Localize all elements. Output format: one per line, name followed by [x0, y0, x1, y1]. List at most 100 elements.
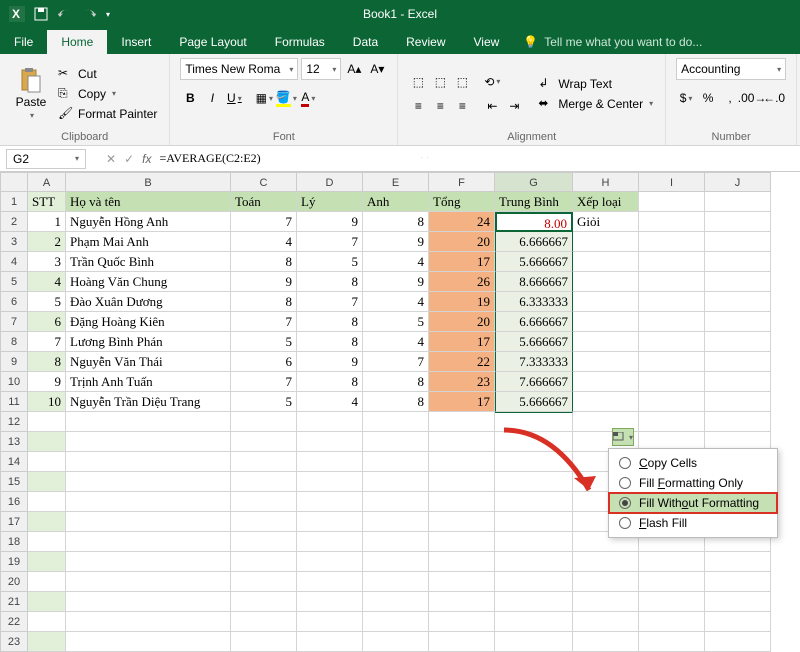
tab-formulas[interactable]: Formulas: [261, 30, 339, 54]
cell[interactable]: 6.333333: [495, 292, 573, 312]
tab-page-layout[interactable]: Page Layout: [165, 30, 260, 54]
align-left-button[interactable]: ≡: [408, 96, 428, 116]
cell[interactable]: 8: [231, 292, 297, 312]
row-header[interactable]: 15: [0, 472, 28, 492]
cell[interactable]: 23: [429, 372, 495, 392]
cell[interactable]: [573, 232, 639, 252]
column-header[interactable]: B: [66, 172, 231, 192]
cell[interactable]: 7: [297, 232, 363, 252]
fx-icon[interactable]: fx: [142, 152, 151, 166]
cell[interactable]: [297, 552, 363, 572]
cell[interactable]: [231, 532, 297, 552]
cell[interactable]: Hoàng Văn Chung: [66, 272, 231, 292]
cell[interactable]: [573, 312, 639, 332]
cell[interactable]: [495, 512, 573, 532]
cell[interactable]: [231, 592, 297, 612]
undo-icon[interactable]: [56, 5, 74, 23]
cell[interactable]: [66, 532, 231, 552]
cell[interactable]: Xếp loại: [573, 192, 639, 212]
copy-button[interactable]: ⎘Copy▾: [56, 85, 159, 103]
cell[interactable]: 8.00: [495, 212, 573, 232]
cell[interactable]: 17: [429, 252, 495, 272]
cell[interactable]: [573, 612, 639, 632]
cell[interactable]: [705, 192, 771, 212]
cell[interactable]: [705, 632, 771, 652]
row-header[interactable]: 22: [0, 612, 28, 632]
cell[interactable]: 4: [28, 272, 66, 292]
cell[interactable]: [297, 612, 363, 632]
cell[interactable]: [363, 552, 429, 572]
cell[interactable]: Giỏi: [573, 212, 639, 232]
cell[interactable]: [363, 412, 429, 432]
cell[interactable]: [297, 452, 363, 472]
cell[interactable]: [705, 332, 771, 352]
row-header[interactable]: 18: [0, 532, 28, 552]
cell[interactable]: 8: [363, 392, 429, 412]
cell[interactable]: 8: [297, 312, 363, 332]
enter-icon[interactable]: ✓: [124, 152, 134, 166]
row-header[interactable]: 5: [0, 272, 28, 292]
cell[interactable]: [705, 592, 771, 612]
cell[interactable]: 4: [363, 332, 429, 352]
row-header[interactable]: 2: [0, 212, 28, 232]
cell[interactable]: [363, 572, 429, 592]
cell[interactable]: [573, 552, 639, 572]
column-header[interactable]: E: [363, 172, 429, 192]
cell[interactable]: [66, 432, 231, 452]
cell[interactable]: [429, 512, 495, 532]
orientation-button[interactable]: ⟲▾: [482, 72, 502, 92]
cell[interactable]: 22: [429, 352, 495, 372]
cell[interactable]: [495, 552, 573, 572]
cell[interactable]: [363, 452, 429, 472]
cell[interactable]: [231, 412, 297, 432]
cell[interactable]: 26: [429, 272, 495, 292]
row-header[interactable]: 8: [0, 332, 28, 352]
cell[interactable]: 5: [231, 392, 297, 412]
bold-button[interactable]: B: [180, 88, 200, 108]
number-format-select[interactable]: Accounting▾: [676, 58, 786, 80]
cell[interactable]: [705, 412, 771, 432]
cell[interactable]: [705, 312, 771, 332]
cell[interactable]: [66, 412, 231, 432]
cell[interactable]: [705, 292, 771, 312]
cell[interactable]: Nguyễn Hồng Anh: [66, 212, 231, 232]
autofill-option[interactable]: Fill Formatting Only: [609, 473, 777, 493]
grow-font-button[interactable]: A▴: [344, 59, 364, 79]
cell[interactable]: 6.666667: [495, 232, 573, 252]
cell[interactable]: [66, 632, 231, 652]
qat-dropdown-icon[interactable]: ▾: [106, 10, 110, 19]
row-header[interactable]: 16: [0, 492, 28, 512]
cell[interactable]: Nguyễn Văn Thái: [66, 352, 231, 372]
cell[interactable]: [297, 632, 363, 652]
cell[interactable]: [639, 592, 705, 612]
cell[interactable]: 17: [429, 392, 495, 412]
cell[interactable]: [297, 492, 363, 512]
cell[interactable]: [573, 592, 639, 612]
cell[interactable]: [495, 592, 573, 612]
cell[interactable]: 24: [429, 212, 495, 232]
cell[interactable]: 6.666667: [495, 312, 573, 332]
column-header[interactable]: I: [639, 172, 705, 192]
column-header[interactable]: A: [28, 172, 66, 192]
cell[interactable]: [28, 432, 66, 452]
tab-home[interactable]: Home: [47, 30, 107, 54]
cell[interactable]: [231, 612, 297, 632]
column-header[interactable]: C: [231, 172, 297, 192]
font-size-select[interactable]: 12▾: [301, 58, 341, 80]
cell[interactable]: [495, 432, 573, 452]
cell[interactable]: [231, 472, 297, 492]
cell[interactable]: [639, 612, 705, 632]
cell[interactable]: 7: [231, 372, 297, 392]
cell[interactable]: [639, 392, 705, 412]
cell[interactable]: [363, 632, 429, 652]
cell[interactable]: 7.333333: [495, 352, 573, 372]
cell[interactable]: Họ và tên: [66, 192, 231, 212]
cell[interactable]: [429, 552, 495, 572]
cell[interactable]: 1: [28, 212, 66, 232]
row-header[interactable]: 11: [0, 392, 28, 412]
underline-button[interactable]: U▾: [224, 88, 244, 108]
autofill-option[interactable]: Fill Without Formatting: [609, 493, 777, 513]
cell[interactable]: [573, 372, 639, 392]
autofill-options-button[interactable]: ▾: [612, 428, 634, 446]
cell[interactable]: [573, 272, 639, 292]
